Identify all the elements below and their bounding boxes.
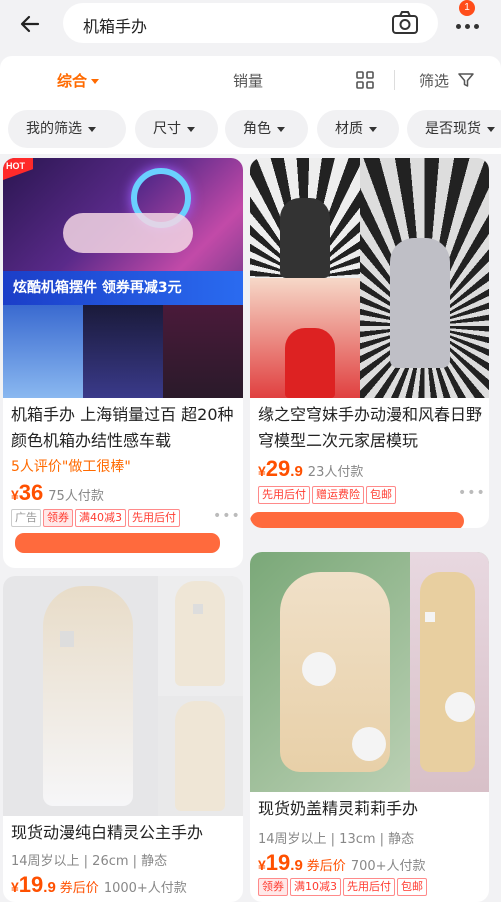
caret-down-icon — [277, 126, 285, 132]
review-snippet: 5人评价"做工很棒" — [11, 459, 131, 475]
paid-count: 700+人付款 — [350, 859, 426, 874]
product-image[interactable] — [3, 576, 243, 816]
product-card[interactable]: 现货奶盖精灵莉莉手办 14周岁以上 | 13cm | 静态 ¥19.9 券后价 70… — [250, 552, 489, 902]
ad-tag: 广告 — [11, 509, 41, 527]
caret-down-icon — [91, 79, 100, 84]
sort-comprehensive-label: 综合 — [57, 72, 88, 90]
search-input[interactable]: 机箱手办 — [63, 3, 438, 43]
grid-view-icon[interactable] — [356, 71, 374, 89]
sort-comprehensive[interactable]: 综合 — [57, 70, 100, 91]
product-card[interactable]: 缘之空穹妹手办动漫和风春日野穹模型二次元家居模玩 ¥29.9 23人付款 先用后付… — [250, 158, 489, 528]
pay-later-tag: 先用后付 — [343, 878, 395, 896]
redaction-mark — [15, 533, 220, 553]
insurance-tag: 赠运费险 — [312, 486, 364, 504]
notification-badge: 1 — [459, 0, 475, 16]
chip-character[interactable]: 角色 — [225, 110, 308, 148]
search-query: 机箱手办 — [83, 17, 148, 36]
free-shipping-tag: 包邮 — [397, 878, 427, 896]
coupon-price-label: 券后价 — [306, 859, 346, 874]
price-decimal: .9 — [290, 463, 303, 480]
paid-count: 1000+人付款 — [103, 881, 187, 896]
product-card[interactable]: 现货动漫纯白精灵公主手办 14周岁以上 | 26cm | 静态 ¥19.9 券后价… — [3, 576, 243, 902]
free-shipping-tag: 包邮 — [366, 486, 396, 504]
price-row: ¥19.9 券后价 700+人付款 — [258, 850, 426, 876]
funnel-icon[interactable] — [458, 72, 474, 88]
price-value: 29 — [265, 456, 291, 481]
price-row: ¥36 75人付款 — [11, 480, 104, 506]
chip-size[interactable]: 尺寸 — [135, 110, 218, 148]
product-attributes: 14周岁以上 | 26cm | 静态 — [11, 854, 168, 869]
chip-label: 角色 — [243, 121, 271, 137]
currency-symbol: ¥ — [11, 487, 19, 503]
tag-row: 领券 满10减3 先用后付 包邮 — [258, 878, 429, 896]
discount-tag: 满10减3 — [290, 878, 341, 896]
price-value: 19 — [18, 872, 44, 897]
chip-my-filters[interactable]: 我的筛选 — [8, 110, 126, 148]
filter-chips: 我的筛选 尺寸 角色 材质 是否现货 — [0, 104, 501, 154]
product-title[interactable]: 现货奶盖精灵莉莉手办 — [258, 796, 418, 822]
currency-symbol: ¥ — [11, 879, 19, 895]
product-image[interactable] — [250, 158, 489, 398]
product-title[interactable]: 机箱手办 上海销量过百 超20种颜色机箱办结性感车载 — [11, 402, 237, 454]
paid-count: 23人付款 — [307, 465, 364, 480]
price-decimal: .9 — [290, 857, 303, 874]
chip-label: 是否现货 — [425, 121, 481, 137]
sort-bar: 综合 销量 筛选 — [0, 56, 501, 104]
currency-symbol: ¥ — [258, 463, 266, 479]
search-header: 机箱手办 1 — [0, 0, 501, 52]
currency-symbol: ¥ — [258, 857, 266, 873]
caret-down-icon — [369, 126, 377, 132]
caret-down-icon — [88, 126, 96, 132]
product-attributes: 14周岁以上 | 13cm | 静态 — [258, 832, 415, 847]
banner-text: 炫酷机箱摆件 领券再减3元 — [13, 280, 182, 296]
pay-later-tag: 先用后付 — [128, 509, 180, 527]
product-title[interactable]: 现货动漫纯白精灵公主手办 — [11, 820, 203, 846]
redaction-mark — [250, 512, 464, 528]
coupon-price-label: 券后价 — [59, 881, 99, 896]
coupon-tag[interactable]: 领券 — [258, 878, 288, 896]
more-options-icon[interactable]: ••• — [458, 485, 486, 501]
price-row: ¥19.9 券后价 1000+人付款 — [11, 872, 187, 898]
chip-label: 尺寸 — [153, 121, 181, 137]
price-row: ¥29.9 23人付款 — [258, 456, 363, 482]
coupon-tag[interactable]: 领券 — [43, 509, 73, 527]
sort-sales[interactable]: 销量 — [233, 70, 263, 91]
chip-label: 材质 — [335, 121, 363, 137]
price-value: 19 — [265, 850, 291, 875]
chip-in-stock[interactable]: 是否现货 — [407, 110, 501, 148]
hot-label: HOT — [6, 161, 25, 171]
price-decimal: .9 — [43, 879, 56, 896]
product-image[interactable] — [250, 552, 489, 792]
price-value: 36 — [18, 480, 44, 505]
back-arrow-icon[interactable] — [14, 8, 46, 40]
product-title[interactable]: 缘之空穹妹手办动漫和风春日野穹模型二次元家居模玩 — [258, 402, 484, 454]
paid-count: 75人付款 — [48, 489, 104, 504]
chip-material[interactable]: 材质 — [317, 110, 399, 148]
pay-later-tag: 先用后付 — [258, 486, 310, 504]
caret-down-icon — [187, 126, 195, 132]
caret-down-icon — [487, 126, 495, 132]
product-image[interactable]: HOT 炫酷机箱摆件 领券再减3元 — [3, 158, 243, 398]
camera-icon[interactable] — [390, 9, 420, 37]
divider — [394, 70, 395, 90]
product-card[interactable]: HOT 炫酷机箱摆件 领券再减3元 机箱手办 上海销量过百 超20种颜色机箱办结… — [3, 158, 243, 568]
chip-label: 我的筛选 — [26, 121, 82, 137]
more-options-icon[interactable]: ••• — [213, 508, 241, 524]
filter-button[interactable]: 筛选 — [419, 70, 449, 91]
discount-tag: 满40减3 — [75, 509, 126, 527]
search-results-page: { "search": { "query": "机箱手办", "badge_co… — [0, 0, 501, 902]
tag-row: 广告 领券 满40减3 先用后付 — [11, 509, 182, 527]
tag-row: 先用后付 赠运费险 包邮 — [258, 486, 398, 504]
